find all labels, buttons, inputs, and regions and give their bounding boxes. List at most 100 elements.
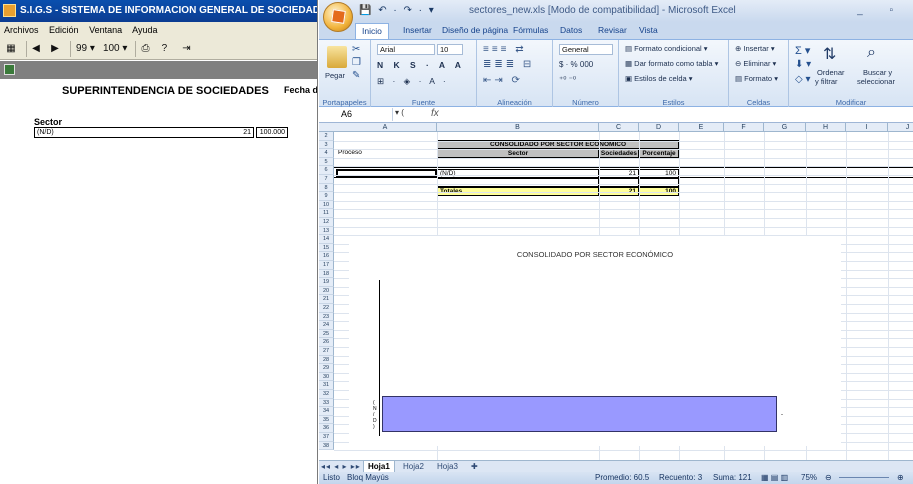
column-header-j[interactable]: J [888, 123, 913, 132]
proceso-cell[interactable]: Proceso [336, 149, 436, 158]
sociedades-header-cell[interactable]: Sociedades [599, 149, 639, 158]
row-header-27[interactable]: 27 [319, 347, 334, 356]
decimal-buttons[interactable]: ⁺⁰ ⁻⁰ [559, 75, 576, 84]
blank-row7-c[interactable] [599, 178, 639, 187]
name-box[interactable]: A6 [321, 108, 393, 121]
row-header-38[interactable]: 38 [319, 441, 334, 451]
row-header-23[interactable]: 23 [319, 312, 334, 322]
find-select-label-2[interactable]: seleccionar [857, 77, 895, 86]
tab-vista[interactable]: Vista [639, 22, 658, 39]
row-header-6[interactable]: 6 [319, 166, 334, 175]
row-header-29[interactable]: 29 [319, 364, 334, 373]
row-header-4[interactable]: 4 [319, 149, 334, 158]
indent-buttons[interactable]: ⇤⇥ ⟳ [483, 75, 523, 86]
borders-fill-color-buttons[interactable]: ⊞ · ◈ · A · [377, 76, 449, 87]
row-header-25[interactable]: 25 [319, 329, 334, 339]
menu-ventana[interactable]: Ventana [89, 25, 122, 35]
zoom-selector[interactable]: 100 ▾ [103, 41, 128, 57]
row-header-7[interactable]: 7 [319, 175, 334, 184]
exit-icon[interactable]: ⇥ [179, 41, 193, 57]
sort-filter-icon[interactable]: ⇅ [823, 44, 836, 64]
vertical-align-buttons[interactable]: ≡≡≡ ⇄ [483, 44, 527, 55]
column-header-i[interactable]: I [846, 123, 888, 132]
blank-row7-b[interactable] [437, 178, 599, 187]
format-painter-icon[interactable]: ✎ [352, 70, 360, 81]
row-header-10[interactable]: 10 [319, 200, 334, 210]
find-select-icon[interactable]: ⌕ [867, 44, 876, 62]
view-buttons[interactable]: ▦ ▤ ▥ [761, 472, 788, 484]
quick-access-toolbar[interactable]: 💾 ↶ · ↷ · ▾ [359, 0, 436, 22]
sector-value-cell[interactable]: (N/D) [437, 169, 599, 178]
next-page-icon[interactable]: ▶ [48, 41, 62, 57]
row-header-37[interactable]: 37 [319, 433, 334, 442]
paste-button[interactable]: Pegar [325, 71, 345, 80]
row-header-13[interactable]: 13 [319, 226, 334, 236]
column-header-d[interactable]: D [639, 123, 679, 132]
excel-title-bar[interactable]: 💾 ↶ · ↷ · ▾ sectores_new.xls [Modo de co… [319, 0, 913, 32]
office-button[interactable] [323, 2, 353, 32]
row-header-31[interactable]: 31 [319, 381, 334, 390]
sort-filter-label-2[interactable]: y filtrar [815, 77, 838, 86]
row-header-17[interactable]: 17 [319, 261, 334, 270]
format-cells-button[interactable]: ▤ Formato ▾ [735, 74, 778, 83]
row-header-28[interactable]: 28 [319, 355, 334, 365]
row-header-2[interactable]: 2 [319, 132, 334, 141]
row-header-26[interactable]: 26 [319, 338, 334, 347]
column-header-c[interactable]: C [599, 123, 639, 132]
delete-cells-button[interactable]: ⊖ Eliminar ▾ [735, 59, 776, 68]
row-header-5[interactable]: 5 [319, 157, 334, 167]
worksheet-grid[interactable]: ABCDEFGHIJ CONSOLIDADO POR SECTOR ECONÓM… [319, 123, 913, 460]
menu-ayuda[interactable]: Ayuda [132, 25, 157, 35]
conditional-format-button[interactable]: ▤ Formato condicional ▾ [625, 44, 708, 53]
copy-icon[interactable]: ❐ [352, 57, 361, 68]
row-header-35[interactable]: 35 [319, 415, 334, 425]
zoom-out-icon[interactable]: ⊖ [825, 472, 832, 484]
row-header-19[interactable]: 19 [319, 278, 334, 287]
row-header-16[interactable]: 16 [319, 252, 334, 261]
column-header-a[interactable]: A [334, 123, 437, 132]
menu-edicion[interactable]: Edición [49, 25, 79, 35]
row-header-18[interactable]: 18 [319, 269, 334, 279]
tab-insertar[interactable]: Insertar [403, 22, 432, 39]
embedded-chart[interactable]: CONSOLIDADO POR SECTOR ECONÓMICO (N / D) - [349, 236, 841, 446]
row-header-3[interactable]: 3 [319, 140, 334, 150]
cut-icon[interactable]: ✂ [352, 44, 360, 55]
insert-cells-button[interactable]: ⊕ Insertar ▾ [735, 44, 775, 53]
status-zoom[interactable]: 75% [801, 472, 817, 484]
row-header-24[interactable]: 24 [319, 321, 334, 330]
row-header-11[interactable]: 11 [319, 209, 334, 218]
active-cell-a6[interactable] [336, 169, 437, 178]
blank-row7-d[interactable] [639, 178, 679, 187]
row-header-21[interactable]: 21 [319, 295, 334, 304]
row-header-22[interactable]: 22 [319, 304, 334, 313]
font-size-select[interactable]: 10 [437, 44, 463, 55]
column-header-h[interactable]: H [806, 123, 846, 132]
window-controls[interactable]: _ ▫ [857, 0, 905, 22]
sector-header-cell[interactable]: Sector [437, 149, 599, 158]
column-header-e[interactable]: E [679, 123, 724, 132]
tab-formulas[interactable]: Fórmulas [513, 22, 548, 39]
row-header-33[interactable]: 33 [319, 398, 334, 408]
prev-page-icon[interactable]: ◀ [26, 40, 40, 57]
horizontal-align-buttons[interactable]: ≣≣≣ ⊟ [483, 59, 534, 70]
font-name-select[interactable]: Arial [377, 44, 435, 55]
row-header-15[interactable]: 15 [319, 243, 334, 253]
row-header-9[interactable]: 9 [319, 192, 334, 201]
row-header-20[interactable]: 20 [319, 286, 334, 296]
number-format-select[interactable]: General [559, 44, 613, 55]
row-header-36[interactable]: 36 [319, 424, 334, 433]
sort-filter-label[interactable]: Ordenar [817, 68, 845, 77]
currency-percent-buttons[interactable]: $ · % 000 [559, 60, 593, 69]
row-header-14[interactable]: 14 [319, 235, 334, 244]
help-icon[interactable]: ? [157, 41, 171, 57]
column-header-f[interactable]: F [724, 123, 764, 132]
sociedades-value-cell[interactable]: 21 [599, 169, 639, 178]
export-icon[interactable]: ▦ [4, 41, 18, 57]
bold-italic-underline-buttons[interactable]: N K S · A A [377, 60, 465, 70]
paste-icon[interactable] [327, 46, 347, 68]
row-header-12[interactable]: 12 [319, 218, 334, 227]
tab-diseno-pagina[interactable]: Diseño de página [442, 22, 508, 39]
fill-icon[interactable]: ⬇ ▾ [795, 59, 811, 70]
row-header-8[interactable]: 8 [319, 183, 334, 193]
porcentaje-header-cell[interactable]: Porcentaje [639, 149, 679, 158]
